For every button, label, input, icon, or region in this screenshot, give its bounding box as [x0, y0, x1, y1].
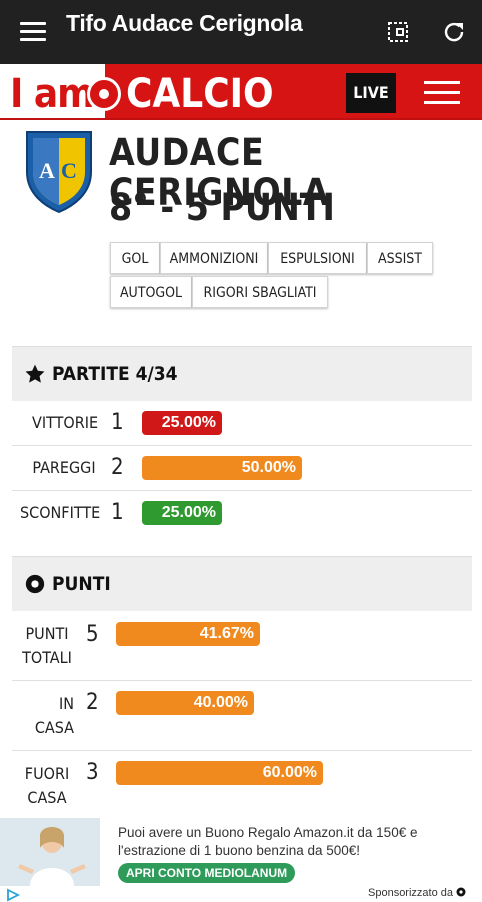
fullscreen-icon[interactable] — [386, 20, 410, 44]
stat-bar: 40.00% — [116, 691, 254, 715]
brand-header: I am CALCIO LIVE — [0, 64, 482, 120]
star-icon — [25, 364, 45, 383]
svg-text:A: A — [39, 158, 55, 183]
stat-value: 1 — [111, 500, 124, 525]
filter-rigori-sbagliati[interactable]: RIGORI SBAGLIATI — [192, 276, 328, 308]
live-button[interactable]: LIVE — [346, 73, 396, 113]
brand-logo-left[interactable]: I am — [10, 74, 95, 114]
stat-row: FUORI CASA 3 60.00% — [12, 750, 472, 816]
ad-cta-button[interactable]: APRI CONTO MEDIOLANUM — [118, 863, 296, 883]
app-bar: Tifo Audace Cerignola — [0, 0, 482, 64]
filter-espulsioni[interactable]: ESPULSIONI — [268, 242, 367, 274]
stat-label: PUNTI TOTALI — [22, 624, 72, 667]
stat-row: PUNTI TOTALI 5 41.67% — [12, 610, 472, 681]
ball-icon — [87, 77, 121, 111]
ad-banner[interactable]: Puoi avere un Buono Regalo Amazon.it da … — [0, 816, 482, 902]
section-punti-header: PUNTI — [12, 556, 472, 611]
stat-label: IN CASA — [34, 694, 74, 737]
ball-icon — [25, 574, 45, 594]
filter-autogol[interactable]: AUTOGOL — [110, 276, 192, 308]
refresh-icon[interactable] — [442, 20, 466, 44]
ad-sponsored-label: Sponsorizzato da — [368, 887, 466, 899]
team-crest-icon: A C — [26, 131, 92, 214]
stat-bar: 50.00% — [142, 456, 302, 480]
stat-label: VITTORIE — [32, 413, 99, 432]
section-partite-header: PARTITE 4/34 — [12, 346, 472, 401]
team-rank: 8° - 5 PUNTI — [109, 186, 335, 229]
stat-bar: 25.00% — [142, 411, 222, 435]
stat-row: IN CASA 2 40.00% — [12, 680, 472, 751]
stat-label: SCONFITTE — [20, 503, 101, 522]
menu-icon[interactable] — [20, 22, 46, 42]
stat-bar: 25.00% — [142, 501, 222, 525]
stat-row: PAREGGI 2 50.00% — [12, 445, 472, 491]
svg-text:C: C — [61, 158, 77, 183]
stat-value: 1 — [111, 410, 124, 435]
stat-bar: 41.67% — [116, 622, 260, 646]
section-punti-title: PUNTI — [52, 573, 111, 595]
stat-row: SCONFITTE 1 25.00% — [12, 490, 472, 535]
app-title: Tifo Audace Cerignola — [66, 10, 303, 36]
stat-bar: 60.00% — [116, 761, 323, 785]
ad-image[interactable] — [0, 818, 100, 886]
stat-value: 2 — [111, 455, 124, 480]
filter-assist[interactable]: ASSIST — [367, 242, 433, 274]
stat-label: FUORI CASA — [24, 764, 70, 807]
site-menu-icon[interactable] — [424, 81, 460, 105]
ad-text[interactable]: Puoi avere un Buono Regalo Amazon.it da … — [118, 824, 478, 860]
stat-row: VITTORIE 1 25.00% — [12, 400, 472, 446]
sponsor-logo-icon — [456, 887, 466, 897]
filter-ammonizioni[interactable]: AMMONIZIONI — [160, 242, 268, 274]
stat-value: 2 — [86, 690, 99, 715]
filter-gol[interactable]: GOL — [110, 242, 160, 274]
stat-label: PAREGGI — [32, 458, 96, 477]
section-partite-title: PARTITE 4/34 — [52, 363, 178, 385]
stat-value: 3 — [86, 760, 99, 785]
brand-logo-right[interactable]: CALCIO — [126, 74, 274, 114]
stat-value: 5 — [86, 622, 99, 647]
